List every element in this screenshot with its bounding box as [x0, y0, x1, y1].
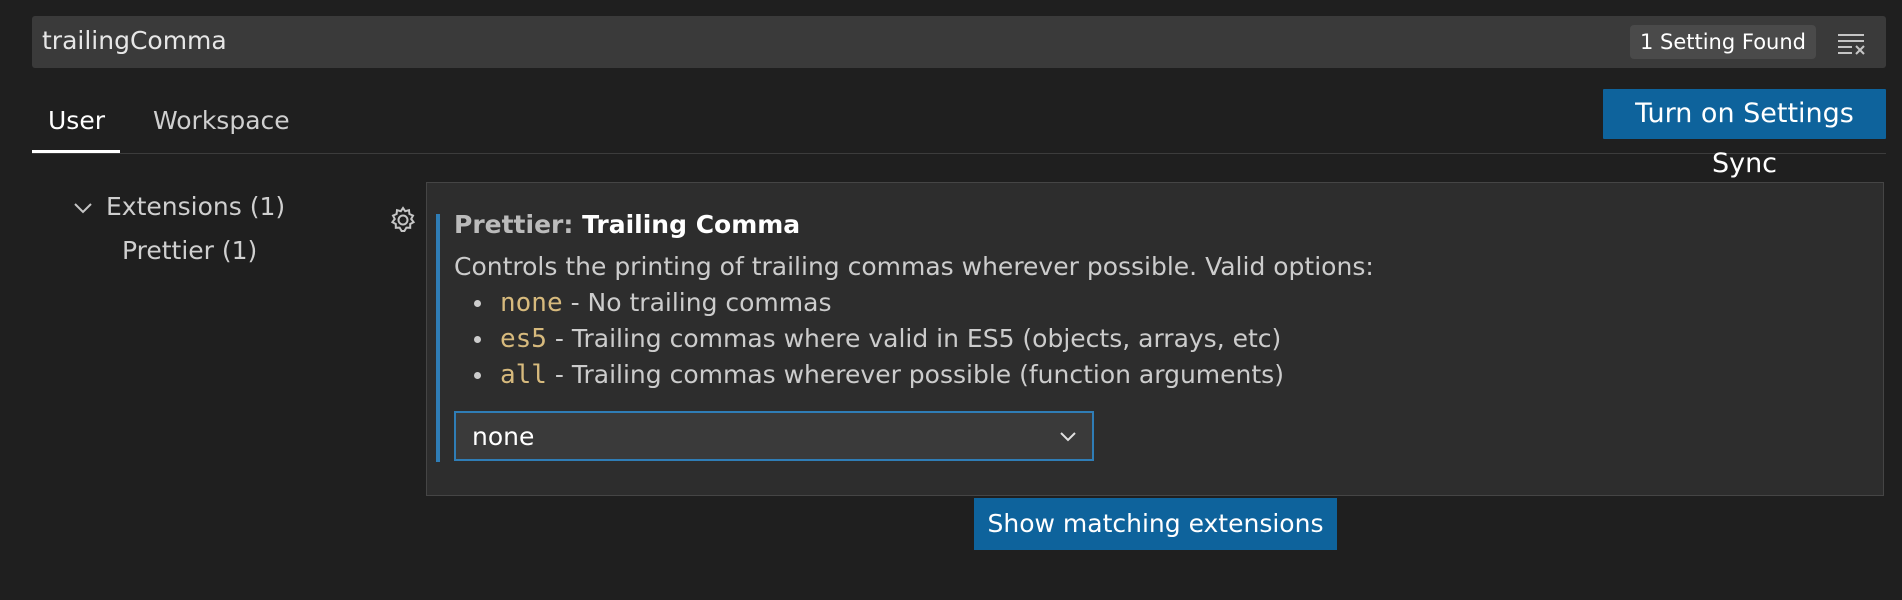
search-input[interactable]: trailingComma [42, 26, 227, 56]
chevron-down-icon [1060, 432, 1076, 442]
bullet [474, 336, 481, 343]
trailing-comma-select[interactable]: none [454, 411, 1094, 461]
option-code: all [500, 360, 547, 390]
settings-sync-button[interactable]: Turn on Settings Sync [1603, 89, 1886, 179]
bullet [474, 300, 481, 307]
setting-category: Prettier: [454, 210, 583, 239]
tab-user[interactable]: User [32, 88, 121, 154]
option-text: - Trailing commas where valid in ES5 (ob… [546, 324, 1282, 353]
setting-focus-indicator [436, 214, 440, 462]
tree-item-extensions[interactable]: Extensions (1) [106, 190, 285, 224]
bullet [474, 372, 481, 379]
setting-description: Controls the printing of trailing commas… [454, 252, 1374, 281]
tab-workspace[interactable]: Workspace [137, 88, 306, 154]
settings-search-bar[interactable]: trailingComma 1 Setting Found [32, 16, 1886, 68]
setting-title: Prettier: Trailing Comma [454, 208, 800, 242]
option-text: - No trailing commas [562, 288, 832, 317]
list-item: es5 - Trailing commas where valid in ES5… [474, 321, 1284, 357]
result-count-badge: 1 Setting Found [1629, 25, 1816, 59]
setting-name: Trailing Comma [582, 210, 801, 239]
clear-filter-icon[interactable] [1836, 30, 1868, 56]
option-code: es5 [500, 324, 547, 354]
show-matching-extensions-button[interactable]: Show matching extensions [974, 498, 1337, 550]
tree-item-prettier[interactable]: Prettier (1) [122, 234, 257, 268]
option-text: - Trailing commas wherever possible (fun… [546, 360, 1284, 389]
select-value: none [472, 422, 535, 451]
chevron-down-icon[interactable] [72, 197, 94, 219]
tabs-divider [32, 153, 1886, 154]
gear-icon[interactable] [388, 205, 418, 235]
option-code: none [500, 288, 563, 318]
list-item: all - Trailing commas wherever possible … [474, 357, 1284, 393]
options-list: none - No trailing commas es5 - Trailing… [474, 285, 1284, 393]
list-item: none - No trailing commas [474, 285, 1284, 321]
settings-editor: trailingComma 1 Setting Found User Works… [0, 0, 1902, 600]
